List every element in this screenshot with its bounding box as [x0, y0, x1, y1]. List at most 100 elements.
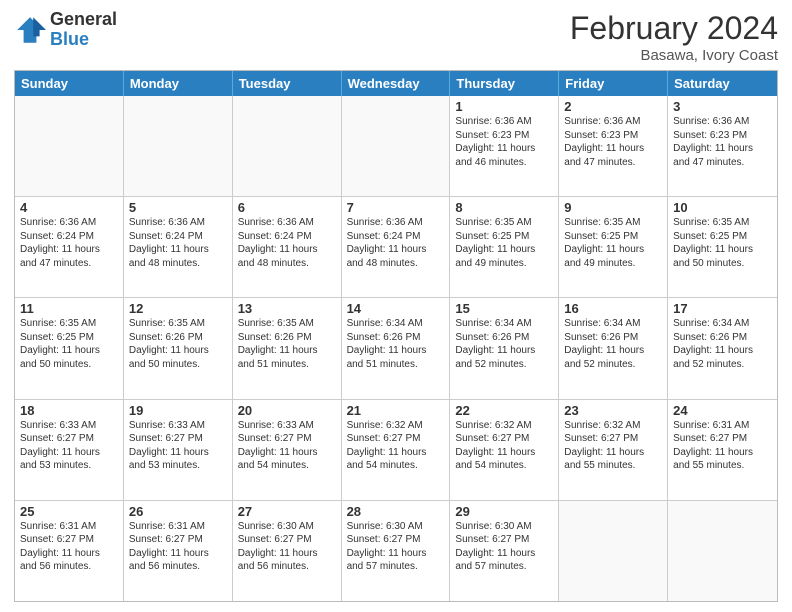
cell-text: Sunrise: 6:36 AM Sunset: 6:24 PM Dayligh…: [129, 216, 227, 270]
calendar-cell: [124, 96, 233, 196]
logo-general-label: General: [50, 10, 117, 30]
calendar-cell: 15Sunrise: 6:34 AM Sunset: 6:26 PM Dayli…: [450, 298, 559, 398]
cell-text: Sunrise: 6:34 AM Sunset: 6:26 PM Dayligh…: [455, 317, 553, 371]
day-number: 8: [455, 200, 553, 215]
cell-text: Sunrise: 6:32 AM Sunset: 6:27 PM Dayligh…: [347, 419, 445, 473]
calendar-cell: 21Sunrise: 6:32 AM Sunset: 6:27 PM Dayli…: [342, 400, 451, 500]
cell-text: Sunrise: 6:33 AM Sunset: 6:27 PM Dayligh…: [238, 419, 336, 473]
cell-text: Sunrise: 6:34 AM Sunset: 6:26 PM Dayligh…: [347, 317, 445, 371]
day-number: 26: [129, 504, 227, 519]
calendar-header-cell: Wednesday: [342, 71, 451, 96]
location: Basawa, Ivory Coast: [570, 47, 778, 64]
calendar-cell: 19Sunrise: 6:33 AM Sunset: 6:27 PM Dayli…: [124, 400, 233, 500]
calendar-cell: 4Sunrise: 6:36 AM Sunset: 6:24 PM Daylig…: [15, 197, 124, 297]
cell-text: Sunrise: 6:35 AM Sunset: 6:26 PM Dayligh…: [238, 317, 336, 371]
cell-text: Sunrise: 6:36 AM Sunset: 6:24 PM Dayligh…: [238, 216, 336, 270]
day-number: 10: [673, 200, 772, 215]
calendar-header-row: SundayMondayTuesdayWednesdayThursdayFrid…: [15, 71, 777, 96]
day-number: 7: [347, 200, 445, 215]
calendar-header-cell: Friday: [559, 71, 668, 96]
calendar-header-cell: Monday: [124, 71, 233, 96]
cell-text: Sunrise: 6:32 AM Sunset: 6:27 PM Dayligh…: [564, 419, 662, 473]
day-number: 19: [129, 403, 227, 418]
calendar-row: 11Sunrise: 6:35 AM Sunset: 6:25 PM Dayli…: [15, 297, 777, 398]
calendar-row: 1Sunrise: 6:36 AM Sunset: 6:23 PM Daylig…: [15, 96, 777, 196]
title-block: February 2024 Basawa, Ivory Coast: [570, 10, 778, 64]
calendar-body: 1Sunrise: 6:36 AM Sunset: 6:23 PM Daylig…: [15, 96, 777, 601]
day-number: 4: [20, 200, 118, 215]
cell-text: Sunrise: 6:35 AM Sunset: 6:25 PM Dayligh…: [455, 216, 553, 270]
calendar-cell: 12Sunrise: 6:35 AM Sunset: 6:26 PM Dayli…: [124, 298, 233, 398]
calendar-cell: 22Sunrise: 6:32 AM Sunset: 6:27 PM Dayli…: [450, 400, 559, 500]
day-number: 28: [347, 504, 445, 519]
cell-text: Sunrise: 6:30 AM Sunset: 6:27 PM Dayligh…: [455, 520, 553, 574]
day-number: 29: [455, 504, 553, 519]
calendar-cell: 20Sunrise: 6:33 AM Sunset: 6:27 PM Dayli…: [233, 400, 342, 500]
calendar-header-cell: Thursday: [450, 71, 559, 96]
cell-text: Sunrise: 6:35 AM Sunset: 6:25 PM Dayligh…: [20, 317, 118, 371]
calendar-header-cell: Sunday: [15, 71, 124, 96]
month-year: February 2024: [570, 10, 778, 47]
cell-text: Sunrise: 6:33 AM Sunset: 6:27 PM Dayligh…: [20, 419, 118, 473]
calendar-cell: 7Sunrise: 6:36 AM Sunset: 6:24 PM Daylig…: [342, 197, 451, 297]
header: General Blue February 2024 Basawa, Ivory…: [14, 10, 778, 64]
calendar-header-cell: Saturday: [668, 71, 777, 96]
calendar-cell: 9Sunrise: 6:35 AM Sunset: 6:25 PM Daylig…: [559, 197, 668, 297]
day-number: 9: [564, 200, 662, 215]
calendar-cell: 13Sunrise: 6:35 AM Sunset: 6:26 PM Dayli…: [233, 298, 342, 398]
cell-text: Sunrise: 6:33 AM Sunset: 6:27 PM Dayligh…: [129, 419, 227, 473]
cell-text: Sunrise: 6:36 AM Sunset: 6:24 PM Dayligh…: [20, 216, 118, 270]
cell-text: Sunrise: 6:34 AM Sunset: 6:26 PM Dayligh…: [564, 317, 662, 371]
day-number: 16: [564, 301, 662, 316]
cell-text: Sunrise: 6:31 AM Sunset: 6:27 PM Dayligh…: [129, 520, 227, 574]
calendar-cell: 8Sunrise: 6:35 AM Sunset: 6:25 PM Daylig…: [450, 197, 559, 297]
calendar-cell: 23Sunrise: 6:32 AM Sunset: 6:27 PM Dayli…: [559, 400, 668, 500]
calendar-cell: 10Sunrise: 6:35 AM Sunset: 6:25 PM Dayli…: [668, 197, 777, 297]
cell-text: Sunrise: 6:34 AM Sunset: 6:26 PM Dayligh…: [673, 317, 772, 371]
calendar-cell: [342, 96, 451, 196]
cell-text: Sunrise: 6:31 AM Sunset: 6:27 PM Dayligh…: [673, 419, 772, 473]
calendar-cell: 5Sunrise: 6:36 AM Sunset: 6:24 PM Daylig…: [124, 197, 233, 297]
day-number: 14: [347, 301, 445, 316]
calendar-cell: 1Sunrise: 6:36 AM Sunset: 6:23 PM Daylig…: [450, 96, 559, 196]
logo: General Blue: [14, 10, 117, 50]
day-number: 24: [673, 403, 772, 418]
day-number: 2: [564, 99, 662, 114]
day-number: 20: [238, 403, 336, 418]
day-number: 25: [20, 504, 118, 519]
calendar-cell: 29Sunrise: 6:30 AM Sunset: 6:27 PM Dayli…: [450, 501, 559, 601]
calendar-cell: [15, 96, 124, 196]
calendar-cell: 26Sunrise: 6:31 AM Sunset: 6:27 PM Dayli…: [124, 501, 233, 601]
day-number: 1: [455, 99, 553, 114]
cell-text: Sunrise: 6:36 AM Sunset: 6:23 PM Dayligh…: [455, 115, 553, 169]
cell-text: Sunrise: 6:36 AM Sunset: 6:24 PM Dayligh…: [347, 216, 445, 270]
day-number: 11: [20, 301, 118, 316]
cell-text: Sunrise: 6:35 AM Sunset: 6:25 PM Dayligh…: [673, 216, 772, 270]
logo-text: General Blue: [50, 10, 117, 50]
day-number: 23: [564, 403, 662, 418]
cell-text: Sunrise: 6:30 AM Sunset: 6:27 PM Dayligh…: [238, 520, 336, 574]
calendar-cell: 24Sunrise: 6:31 AM Sunset: 6:27 PM Dayli…: [668, 400, 777, 500]
day-number: 12: [129, 301, 227, 316]
logo-blue-label: Blue: [50, 30, 117, 50]
day-number: 21: [347, 403, 445, 418]
day-number: 6: [238, 200, 336, 215]
cell-text: Sunrise: 6:35 AM Sunset: 6:26 PM Dayligh…: [129, 317, 227, 371]
cell-text: Sunrise: 6:31 AM Sunset: 6:27 PM Dayligh…: [20, 520, 118, 574]
calendar-row: 25Sunrise: 6:31 AM Sunset: 6:27 PM Dayli…: [15, 500, 777, 601]
calendar-cell: 18Sunrise: 6:33 AM Sunset: 6:27 PM Dayli…: [15, 400, 124, 500]
day-number: 15: [455, 301, 553, 316]
cell-text: Sunrise: 6:35 AM Sunset: 6:25 PM Dayligh…: [564, 216, 662, 270]
calendar-cell: 25Sunrise: 6:31 AM Sunset: 6:27 PM Dayli…: [15, 501, 124, 601]
calendar: SundayMondayTuesdayWednesdayThursdayFrid…: [14, 70, 778, 602]
calendar-cell: 6Sunrise: 6:36 AM Sunset: 6:24 PM Daylig…: [233, 197, 342, 297]
calendar-cell: 3Sunrise: 6:36 AM Sunset: 6:23 PM Daylig…: [668, 96, 777, 196]
cell-text: Sunrise: 6:36 AM Sunset: 6:23 PM Dayligh…: [564, 115, 662, 169]
day-number: 13: [238, 301, 336, 316]
day-number: 22: [455, 403, 553, 418]
calendar-cell: 11Sunrise: 6:35 AM Sunset: 6:25 PM Dayli…: [15, 298, 124, 398]
cell-text: Sunrise: 6:32 AM Sunset: 6:27 PM Dayligh…: [455, 419, 553, 473]
calendar-cell: [668, 501, 777, 601]
calendar-header-cell: Tuesday: [233, 71, 342, 96]
page: General Blue February 2024 Basawa, Ivory…: [0, 0, 792, 612]
